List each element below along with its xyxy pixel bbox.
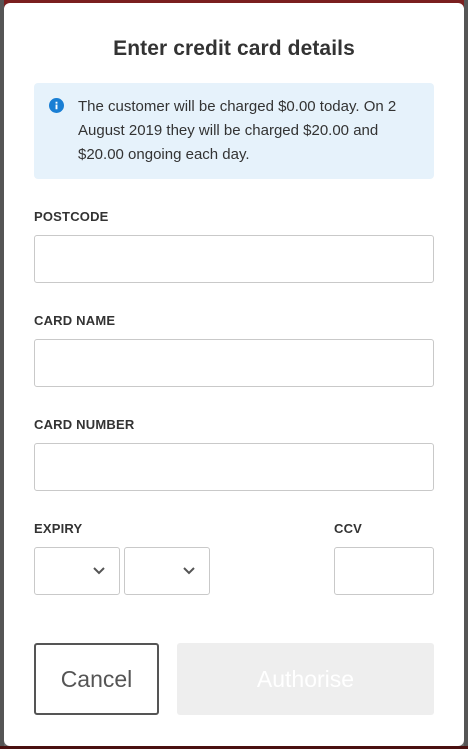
card-name-label: CARD NAME xyxy=(34,313,116,328)
charge-info-banner: The customer will be charged $0.00 today… xyxy=(34,83,434,179)
postcode-input[interactable] xyxy=(34,235,434,283)
cancel-button[interactable]: Cancel xyxy=(34,643,159,715)
charge-info-text: The customer will be charged $0.00 today… xyxy=(78,98,397,163)
modal-title: Enter credit card details xyxy=(113,37,355,60)
background-edge-right xyxy=(464,0,468,749)
credit-card-modal: Enter credit card details The customer w… xyxy=(4,3,464,746)
expiry-month-select[interactable] xyxy=(34,547,120,595)
chevron-down-icon xyxy=(183,567,195,575)
expiry-label: EXPIRY xyxy=(34,521,83,536)
info-icon xyxy=(49,98,64,113)
authorise-button[interactable]: Authorise xyxy=(177,643,434,715)
card-number-input[interactable] xyxy=(34,443,434,491)
card-name-input[interactable] xyxy=(34,339,434,387)
ccv-input[interactable] xyxy=(334,547,434,595)
chevron-down-icon xyxy=(93,567,105,575)
ccv-label: CCV xyxy=(334,521,363,536)
card-number-label: CARD NUMBER xyxy=(34,417,135,432)
expiry-year-select[interactable] xyxy=(124,547,210,595)
postcode-label: POSTCODE xyxy=(34,209,109,224)
